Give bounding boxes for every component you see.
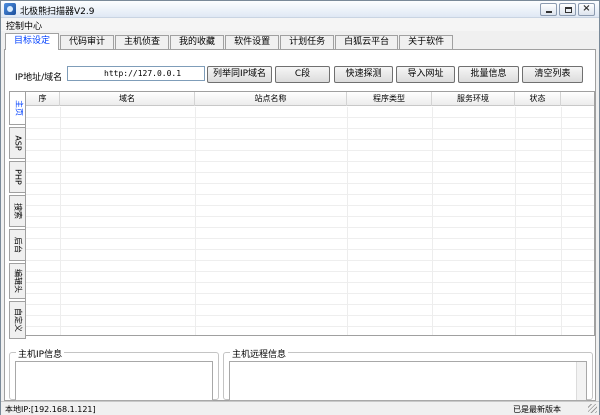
column-divider: [60, 107, 61, 335]
ip-domain-label: IP地址/域名: [15, 73, 63, 83]
tab-host-recon[interactable]: 主机侦查: [115, 35, 170, 50]
tab-settings[interactable]: 软件设置: [225, 35, 280, 50]
status-bar: 本地IP:[192.168.1.121] 已是最新版本: [1, 401, 599, 415]
host-remote-info-textarea[interactable]: [229, 361, 587, 401]
maximize-button[interactable]: [559, 3, 576, 16]
column-header-server-env[interactable]: 服务环境: [432, 92, 515, 106]
c-segment-button[interactable]: C段: [275, 66, 330, 83]
maximize-icon: [565, 7, 572, 13]
side-tab-custom[interactable]: 自定义: [9, 301, 26, 339]
column-divider: [347, 107, 348, 335]
column-header-status[interactable]: 状态: [515, 92, 561, 106]
version-status: 已是最新版本: [513, 405, 561, 414]
menu-control-center[interactable]: 控制中心: [6, 19, 42, 32]
quick-probe-button[interactable]: 快速探测: [334, 66, 393, 83]
host-ip-info-label: 主机IP信息: [16, 347, 65, 360]
clear-list-button[interactable]: 清空列表: [522, 66, 583, 83]
target-tab-panel: IP地址/域名 http://127.0.0.1 列举同IP域名 C段 快速探测…: [4, 49, 596, 401]
window-title: 北极熊扫描器V2.9: [20, 7, 95, 17]
resize-grip-icon[interactable]: [588, 404, 597, 413]
host-remote-info-group: 主机远程信息: [223, 347, 593, 401]
title-bar[interactable]: 北极熊扫描器V2.9 ×: [1, 1, 599, 18]
host-ip-info-group: 主机IP信息: [9, 347, 219, 401]
local-ip-status: 本地IP:[192.168.1.121]: [5, 405, 96, 414]
ip-domain-input[interactable]: http://127.0.0.1: [67, 66, 205, 81]
menu-bar: 控制中心: [1, 18, 599, 32]
batch-info-button[interactable]: 批量信息: [458, 66, 519, 83]
vertical-scrollbar[interactable]: [576, 362, 586, 400]
column-divider: [561, 107, 562, 335]
column-header-site-name[interactable]: 站点名称: [195, 92, 347, 106]
side-tab-asp[interactable]: ASP: [9, 127, 26, 159]
column-divider: [515, 107, 516, 335]
host-remote-info-label: 主机远程信息: [230, 347, 289, 360]
window-controls: ×: [540, 3, 595, 16]
tab-cloud-platform[interactable]: 白狐云平台: [335, 35, 399, 50]
app-window: 北极熊扫描器V2.9 × 控制中心 目标设定 代码审计 主机侦查 我的收藏 软件…: [0, 0, 600, 415]
tab-about[interactable]: 关于软件: [399, 35, 454, 50]
import-url-button[interactable]: 导入网址: [396, 66, 455, 83]
results-grid[interactable]: 序 域名 站点名称 程序类型 服务环境 状态: [25, 91, 595, 336]
side-tab-search[interactable]: 搜索: [9, 195, 26, 227]
minimize-icon: [546, 11, 552, 13]
tab-favorites[interactable]: 我的收藏: [170, 35, 225, 50]
close-button[interactable]: ×: [578, 3, 595, 16]
grid-header: 序 域名 站点名称 程序类型 服务环境 状态: [26, 92, 594, 106]
main-tabs: 目标设定 代码审计 主机侦查 我的收藏 软件设置 计划任务 白狐云平台 关于软件: [5, 33, 454, 50]
side-tab-editor-header[interactable]: 编辑头: [9, 263, 26, 299]
list-same-ip-domains-button[interactable]: 列举同IP域名: [207, 66, 272, 83]
column-divider: [432, 107, 433, 335]
grid-body: [26, 107, 594, 335]
column-header-domain[interactable]: 域名: [60, 92, 195, 106]
column-header-program-type[interactable]: 程序类型: [347, 92, 432, 106]
close-icon: ×: [582, 3, 591, 14]
column-header-index[interactable]: 序: [26, 92, 60, 106]
tab-scheduled-tasks[interactable]: 计划任务: [280, 35, 335, 50]
side-tab-php[interactable]: PHP: [9, 161, 26, 193]
tab-code-audit[interactable]: 代码审计: [60, 35, 115, 50]
side-tab-admin[interactable]: 后台: [9, 229, 26, 261]
tab-target[interactable]: 目标设定: [5, 33, 60, 50]
app-logo-icon: [4, 3, 16, 15]
column-divider: [195, 107, 196, 335]
host-ip-info-textarea[interactable]: [15, 361, 213, 401]
minimize-button[interactable]: [540, 3, 557, 16]
